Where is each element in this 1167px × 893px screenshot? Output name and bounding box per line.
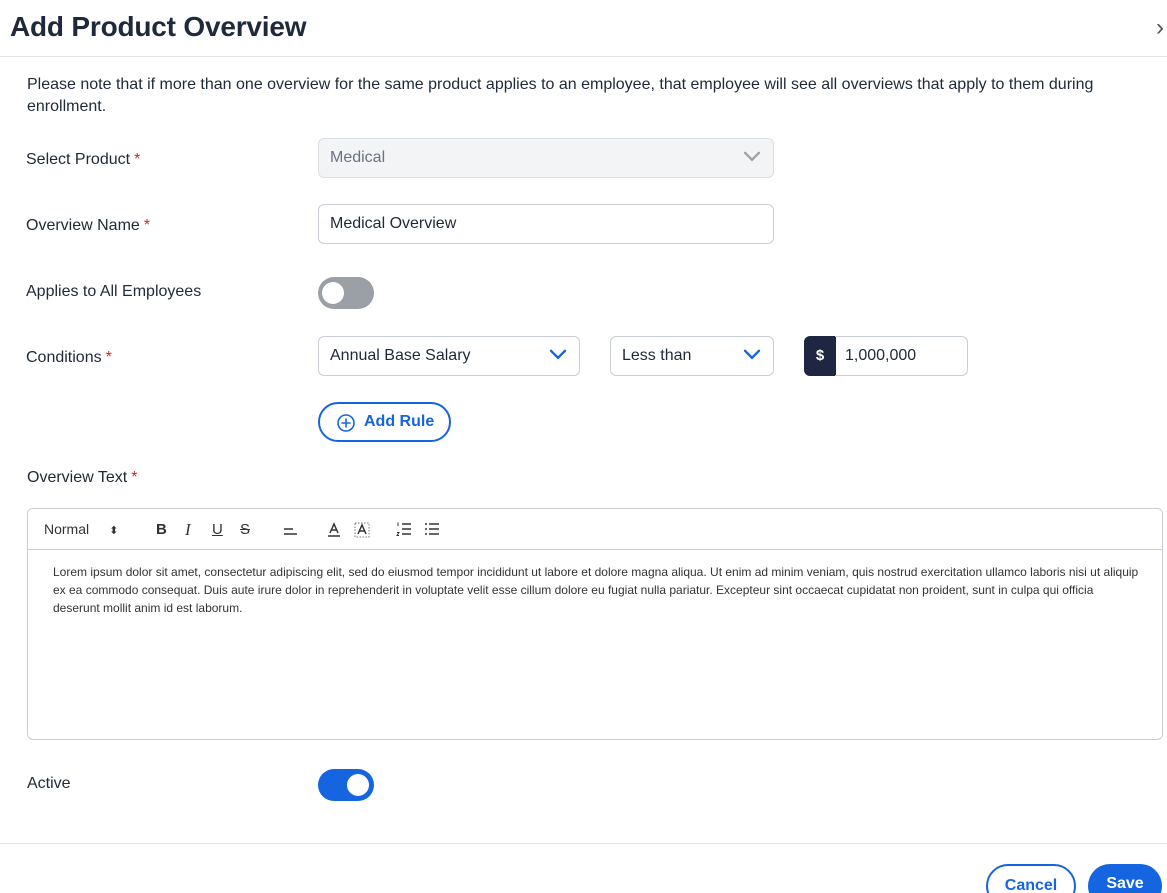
currency-prefix: $ (804, 336, 836, 376)
condition-amount-input[interactable]: 1,000,000 (835, 336, 968, 376)
overview-name-input[interactable]: Medical Overview (318, 204, 774, 244)
bold-button[interactable]: B (156, 509, 167, 550)
dialog-title: Add Product Overview (10, 11, 307, 42)
overview-name-value: Medical Overview (330, 215, 457, 232)
overview-name-label: Overview Name * (26, 217, 151, 234)
plus-circle-icon (337, 414, 355, 432)
editor-toolbar: Normal ⬍ B I U S (28, 509, 1162, 550)
select-product-dropdown[interactable]: Medical (318, 138, 774, 178)
strikethrough-button[interactable]: S (240, 509, 250, 550)
condition-operator-value: Less than (622, 347, 692, 364)
save-button[interactable]: Save (1088, 864, 1162, 893)
toggle-knob (347, 774, 369, 796)
conditions-label: Conditions * (26, 349, 112, 366)
cancel-button[interactable]: Cancel (986, 864, 1076, 893)
add-rule-label: Add Rule (364, 413, 435, 430)
chevron-down-icon (743, 349, 761, 360)
ordered-list-button[interactable] (396, 509, 416, 550)
applies-all-toggle[interactable] (318, 277, 374, 309)
italic-button[interactable]: I (185, 509, 191, 550)
text-color-button[interactable] (326, 509, 346, 550)
info-note: Please note that if more than one overvi… (27, 76, 1094, 115)
required-mark: * (105, 349, 112, 366)
background-color-button[interactable] (354, 509, 374, 550)
close-icon[interactable]: › (1156, 14, 1164, 42)
add-rule-button[interactable]: Add Rule (318, 402, 451, 442)
align-button[interactable] (282, 509, 302, 550)
required-mark: * (134, 151, 141, 168)
chevron-down-icon (549, 349, 567, 360)
rich-text-editor: Normal ⬍ B I U S Lorem ipsum dolor sit am… (27, 508, 1163, 740)
active-label: Active (27, 775, 71, 792)
highlight-icon (354, 522, 370, 538)
align-left-icon (284, 528, 297, 535)
dialog-header: Add Product Overview › (0, 0, 1167, 57)
footer-divider (0, 843, 1167, 844)
toggle-knob (322, 282, 344, 304)
chevron-down-icon (743, 151, 761, 162)
required-mark: * (131, 469, 138, 486)
text-color-icon (328, 522, 340, 537)
editor-content[interactable]: Lorem ipsum dolor sit amet, consectetur … (53, 563, 1143, 617)
condition-amount-value: 1,000,000 (845, 347, 917, 364)
select-product-value: Medical (330, 149, 386, 166)
underline-button[interactable]: U (212, 509, 223, 550)
ordered-list-icon (396, 522, 411, 536)
format-select[interactable]: Normal ⬍ (44, 509, 118, 550)
bullet-list-icon (425, 523, 439, 535)
applies-all-label: Applies to All Employees (26, 283, 202, 300)
bullet-list-button[interactable] (424, 509, 444, 550)
condition-field-value: Annual Base Salary (330, 347, 471, 364)
up-down-icon: ⬍ (109, 525, 119, 537)
overview-text-label: Overview Text * (27, 469, 138, 486)
condition-field-dropdown[interactable]: Annual Base Salary (318, 336, 580, 376)
required-mark: * (143, 217, 151, 234)
active-toggle[interactable] (318, 769, 374, 801)
condition-operator-dropdown[interactable]: Less than (610, 336, 774, 376)
select-product-label: Select Product * (26, 151, 141, 168)
